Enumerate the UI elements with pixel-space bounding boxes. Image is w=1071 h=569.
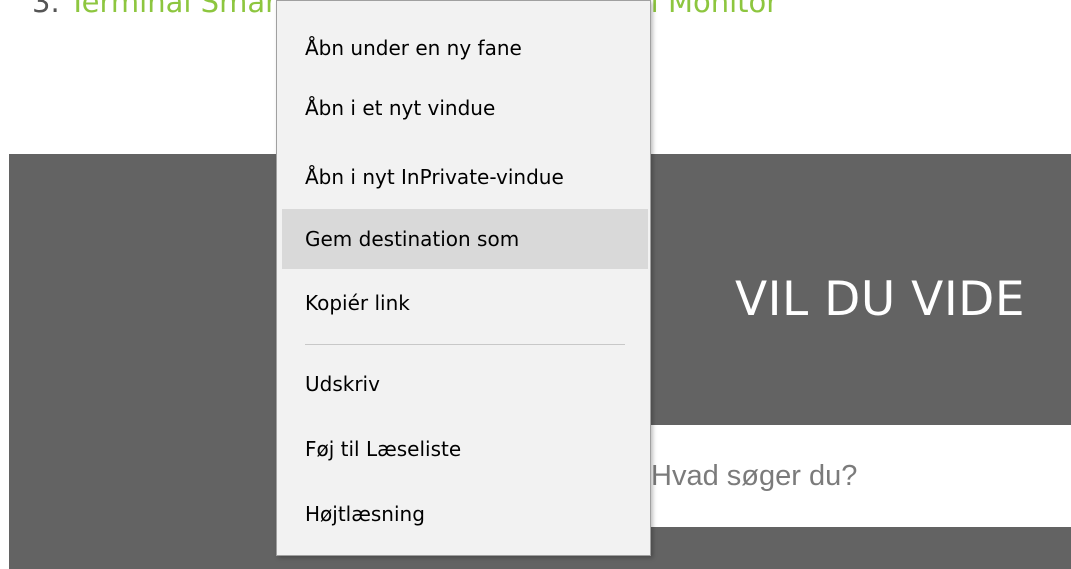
menu-item-print[interactable]: Udskriv [282, 354, 648, 414]
menu-item-copy-link[interactable]: Kopiér link [282, 273, 648, 333]
menu-item-open-inprivate[interactable]: Åbn i nyt InPrivate-vindue [282, 147, 648, 207]
menu-item-save-target-as[interactable]: Gem destination som [282, 209, 648, 269]
breadcrumb-number: 3. [32, 0, 60, 19]
menu-item-read-aloud[interactable]: Højtlæsning [282, 484, 648, 544]
context-menu: Åbn under en ny fane Åbn i et nyt vindue… [276, 0, 651, 556]
banner-headline: VIL DU VIDE [735, 272, 1026, 327]
menu-item-add-to-reading-list[interactable]: Føj til Læseliste [282, 419, 648, 479]
menu-separator [305, 344, 625, 345]
menu-item-open-new-tab[interactable]: Åbn under en ny fane [282, 18, 648, 78]
search-placeholder: Hvad søger du? [651, 460, 858, 492]
menu-item-open-new-window[interactable]: Åbn i et nyt vindue [282, 78, 648, 138]
